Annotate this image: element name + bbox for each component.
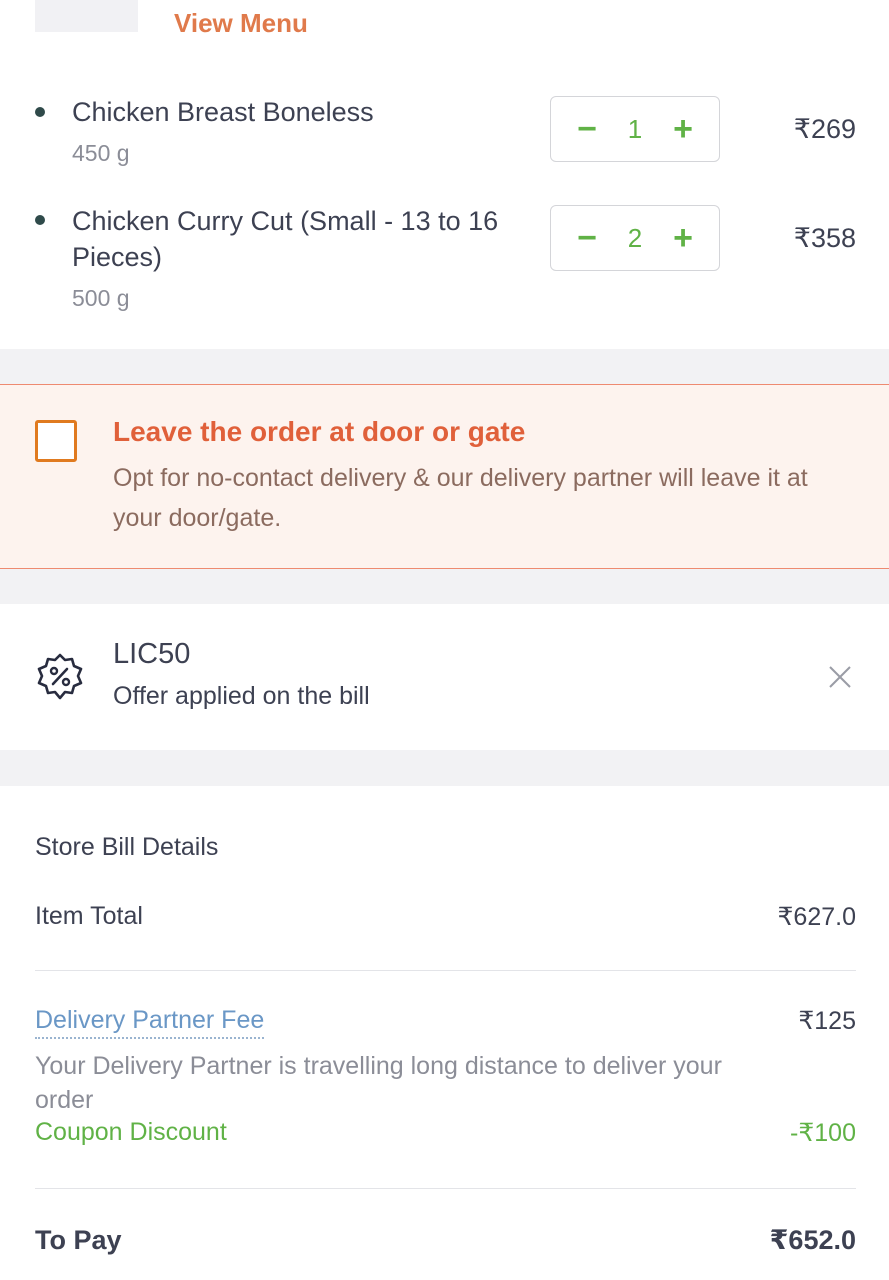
- no-contact-checkbox[interactable]: [35, 420, 77, 462]
- item-weight: 500 g: [72, 285, 130, 311]
- delivery-partner-fee-label[interactable]: Delivery Partner Fee: [35, 1006, 265, 1039]
- item-total-label: Item Total: [35, 902, 143, 930]
- item-name: Chicken Breast Boneless: [72, 97, 374, 127]
- remove-coupon-close-icon[interactable]: [824, 661, 856, 693]
- section-separator: [0, 349, 889, 384]
- item-weight: 450 g: [72, 140, 130, 166]
- item-price: ₹269: [793, 114, 856, 144]
- increase-button[interactable]: +: [669, 112, 697, 146]
- item-bullet: [35, 215, 45, 225]
- item-bullet: [35, 107, 45, 117]
- bill-divider: [35, 1188, 856, 1189]
- item-name: Chicken Curry Cut (Small - 13 to 16 Piec…: [72, 206, 499, 272]
- section-separator: [0, 750, 889, 786]
- quantity-value: 2: [627, 222, 643, 253]
- bill-details-title: Store Bill Details: [35, 833, 219, 861]
- quantity-value: 1: [627, 113, 643, 144]
- decrease-button[interactable]: −: [573, 221, 601, 255]
- coupon-discount-value: -₹100: [790, 1119, 856, 1147]
- increase-button[interactable]: +: [669, 221, 697, 255]
- discount-icon: [35, 652, 85, 702]
- quantity-stepper: − 2 +: [550, 205, 720, 271]
- coupon-code: LIC50: [113, 638, 191, 670]
- item-price: ₹358: [793, 223, 856, 253]
- section-separator: [0, 569, 889, 604]
- to-pay-value: ₹652.0: [769, 1225, 856, 1255]
- quantity-stepper: − 1 +: [550, 96, 720, 162]
- to-pay-label: To Pay: [35, 1225, 122, 1255]
- decrease-button[interactable]: −: [573, 112, 601, 146]
- no-contact-description: Opt for no-contact delivery & our delive…: [113, 464, 808, 532]
- delivery-fee-note: Your Delivery Partner is travelling long…: [35, 1052, 722, 1114]
- restaurant-thumbnail: [35, 0, 138, 32]
- item-total-value: ₹627.0: [777, 903, 856, 931]
- view-menu-link[interactable]: View Menu: [174, 8, 308, 39]
- coupon-description: Offer applied on the bill: [113, 682, 370, 710]
- delivery-partner-fee-value: ₹125: [798, 1007, 856, 1035]
- no-contact-title: Leave the order at door or gate: [113, 416, 526, 447]
- coupon-discount-label: Coupon Discount: [35, 1118, 227, 1146]
- bill-divider: [35, 970, 856, 971]
